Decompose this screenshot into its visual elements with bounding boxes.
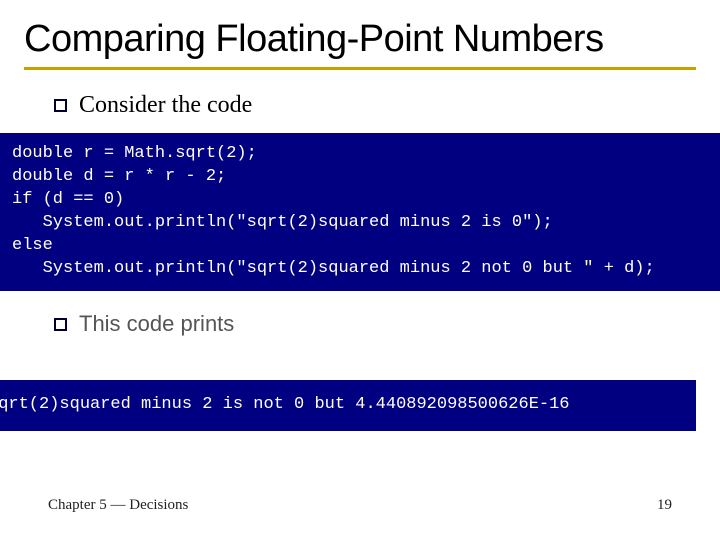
footer-chapter: Chapter 5 — Decisions [48,497,188,514]
code-block-output: sqrt(2)squared minus 2 is not 0 but 4.44… [0,380,696,431]
bullet-item: Consider the code [24,92,696,119]
code-block-source: double r = Math.sqrt(2); double d = r * … [0,133,720,291]
slide-footer: Chapter 5 — Decisions 19 [48,497,672,514]
bullet-text: Consider the code [79,92,252,119]
footer-page-number: 19 [657,497,672,514]
slide-title: Comparing Floating-Point Numbers [24,18,696,61]
square-bullet-icon [54,318,67,331]
bullet-item: This code prints [24,311,234,337]
slide: Comparing Floating-Point Numbers Conside… [0,0,720,540]
title-underline [24,67,696,70]
square-bullet-icon [54,99,67,112]
bullet-text: This code prints [79,311,234,337]
